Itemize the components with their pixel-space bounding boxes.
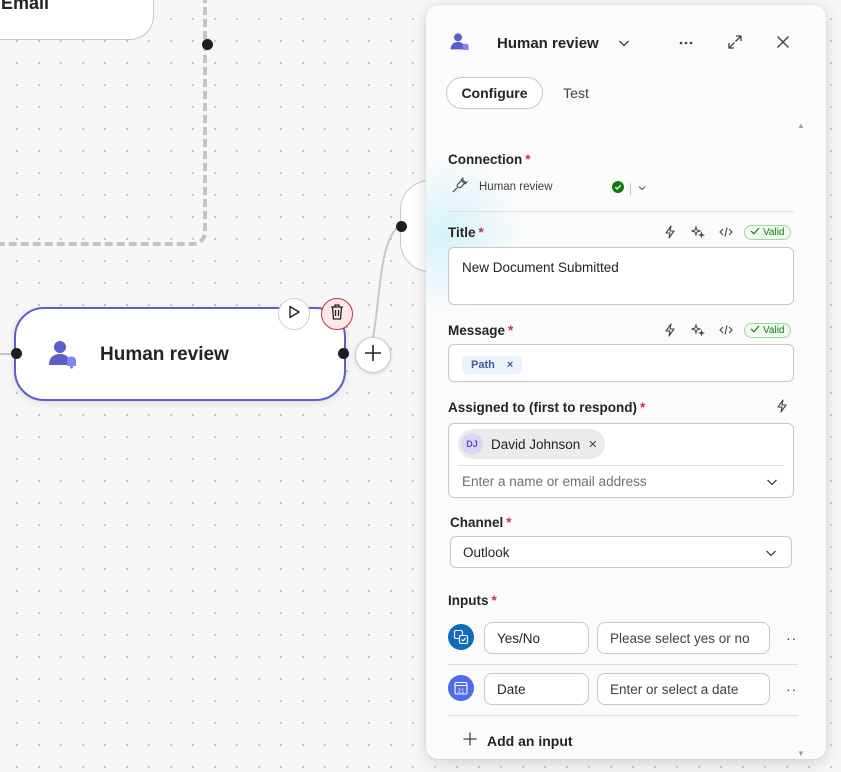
check-icon (750, 325, 760, 336)
required-mark: * (478, 225, 484, 240)
title-label-text: Title (448, 225, 476, 240)
divider (448, 211, 794, 212)
connector-dot[interactable] (11, 348, 22, 359)
channel-dropdown[interactable]: Outlook (450, 536, 792, 568)
chevron-down-icon (764, 546, 778, 565)
properties-panel: Human review Configure Test ▲ ▼ Connecti… (426, 5, 826, 759)
connection-status[interactable] (612, 180, 647, 198)
calendar-icon: 21 (448, 675, 474, 701)
lightning-icon[interactable] (656, 321, 684, 339)
trash-icon (329, 303, 345, 326)
message-tools: Valid (656, 321, 791, 339)
connection-label-text: Connection (448, 152, 523, 167)
title-label: Title * (448, 225, 484, 240)
valid-badge-text: Valid (763, 226, 785, 238)
channel-label-text: Channel (450, 515, 504, 530)
assigned-label-text: Assigned to (first to respond) (448, 400, 637, 415)
plug-icon (451, 176, 469, 199)
add-input-button[interactable]: Add an input (462, 731, 573, 750)
svg-text:21: 21 (458, 688, 465, 694)
valid-badge-text: Valid (763, 324, 785, 336)
message-label-text: Message (448, 323, 506, 338)
separator (630, 183, 631, 195)
expand-icon[interactable] (727, 34, 743, 55)
title-value: New Document Submitted (462, 260, 619, 275)
path-token-label: Path (471, 359, 495, 371)
input-description-field[interactable]: Please select yes or no (597, 622, 770, 654)
plus-icon (462, 731, 478, 750)
row-more-options-icon[interactable]: ·· (786, 630, 797, 646)
path-token[interactable]: Path × (462, 356, 523, 374)
required-mark: * (525, 152, 531, 167)
person-bell-icon (450, 32, 470, 57)
person-bell-icon (48, 339, 78, 374)
scroll-up-arrow[interactable]: ▲ (797, 121, 805, 130)
title-input[interactable]: New Document Submitted (448, 247, 794, 305)
required-mark: * (640, 400, 646, 415)
yes-no-icon (448, 624, 474, 650)
lightning-icon[interactable] (656, 223, 684, 241)
input-description-field[interactable]: Enter or select a date (597, 673, 770, 705)
chevron-down-icon[interactable] (765, 475, 779, 494)
inputs-label: Inputs * (448, 593, 497, 608)
message-input[interactable]: Path × (448, 344, 794, 382)
tab-configure[interactable]: Configure (446, 77, 543, 109)
person-name: David Johnson (491, 436, 581, 452)
check-icon (750, 227, 760, 238)
message-label: Message * (448, 323, 513, 338)
sparkle-icon[interactable] (684, 321, 712, 339)
close-icon[interactable] (775, 34, 791, 55)
channel-value: Outlook (463, 544, 510, 560)
valid-badge: Valid (744, 224, 791, 240)
required-mark: * (508, 323, 514, 338)
code-icon[interactable] (712, 321, 740, 339)
person-chip[interactable]: DJ David Johnson × (458, 429, 606, 459)
connector-dot[interactable] (396, 221, 407, 232)
lightning-icon[interactable] (776, 399, 788, 418)
add-input-label: Add an input (487, 732, 573, 749)
assignee-picker[interactable]: DJ David Johnson × Enter a name or email… (448, 423, 794, 498)
more-options-icon[interactable] (678, 35, 694, 56)
run-node-button[interactable] (278, 298, 310, 330)
valid-badge: Valid (744, 322, 791, 338)
panel-title: Human review (497, 35, 599, 52)
connection-label: Connection * (448, 152, 531, 167)
row-more-options-icon[interactable]: ·· (786, 681, 797, 697)
add-step-button[interactable] (355, 337, 391, 373)
required-mark: * (506, 515, 512, 530)
assigned-label: Assigned to (first to respond) * (448, 400, 645, 415)
node-label: Human review (100, 344, 229, 365)
chevron-down-icon[interactable] (617, 36, 631, 55)
chevron-down-icon (637, 180, 647, 198)
remove-person-icon[interactable]: × (588, 436, 597, 453)
plus-icon (363, 343, 383, 368)
connection-value: Human review (479, 181, 553, 193)
required-mark: * (491, 593, 497, 608)
sparkle-icon[interactable] (684, 223, 712, 241)
scroll-down-arrow[interactable]: ▼ (797, 749, 805, 758)
input-name-field[interactable]: Yes/No (484, 622, 589, 654)
code-icon[interactable] (712, 223, 740, 241)
checkmark-circle-icon (612, 180, 624, 198)
play-icon (286, 304, 302, 325)
divider (448, 664, 798, 665)
avatar: DJ (461, 433, 483, 455)
divider (448, 715, 798, 716)
assignee-search-placeholder[interactable]: Enter a name or email address (462, 474, 647, 489)
inputs-label-text: Inputs (448, 593, 489, 608)
remove-token-icon[interactable]: × (507, 359, 513, 371)
input-name-field[interactable]: Date (484, 673, 589, 705)
connector-dot[interactable] (338, 348, 349, 359)
tab-test[interactable]: Test (554, 77, 598, 109)
channel-label: Channel * (450, 515, 512, 530)
title-tools: Valid (656, 223, 791, 241)
delete-node-button[interactable] (321, 298, 353, 330)
divider (458, 465, 784, 466)
